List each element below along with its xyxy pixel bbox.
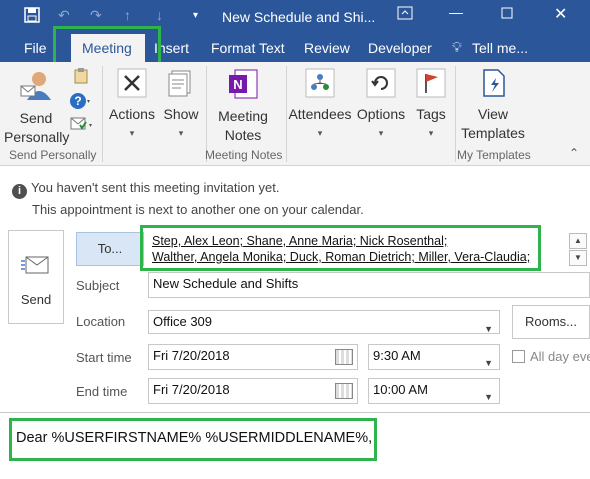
highlight-box-body — [9, 418, 377, 461]
attendees-label: Attendees — [288, 106, 352, 122]
group-label-my-templates: My Templates — [457, 148, 531, 162]
ribbon-separator — [455, 66, 456, 162]
chevron-down-icon[interactable]: ▼ — [484, 386, 493, 403]
tab-file[interactable]: File — [24, 40, 47, 56]
start-time-value: 9:30 AM — [373, 348, 421, 363]
send-personally-icon — [4, 68, 68, 107]
actions-button[interactable]: Actions ▾ — [106, 68, 158, 143]
calendar-icon[interactable] — [335, 349, 353, 365]
send-envelope-icon — [21, 253, 51, 280]
view-templates-button[interactable]: View Templates — [458, 68, 528, 143]
meeting-notes-label-1: Meeting — [218, 108, 268, 124]
view-templates-label-2: Templates — [461, 125, 525, 141]
ribbon-separator — [286, 66, 287, 162]
start-time-input[interactable]: 9:30 AM ▼ — [368, 344, 500, 370]
start-date-input[interactable]: Fri 7/20/2018 — [148, 344, 358, 370]
chevron-down-icon[interactable]: ▼ — [484, 318, 493, 333]
all-day-label: All day eve — [530, 349, 590, 364]
svg-text:?: ? — [74, 94, 81, 108]
maximize-icon[interactable] — [501, 6, 513, 22]
end-time-value: 10:00 AM — [373, 382, 428, 397]
up-arrow-icon[interactable]: ↑ — [124, 7, 131, 23]
tags-button[interactable]: Tags ▾ — [410, 68, 452, 143]
ribbon-display-options-icon[interactable] — [397, 6, 413, 23]
view-templates-label-1: View — [477, 106, 509, 122]
subject-label: Subject — [76, 278, 120, 293]
end-date-value: Fri 7/20/2018 — [153, 382, 230, 397]
attendees-button[interactable]: Attendees ▾ — [288, 68, 352, 143]
save-icon[interactable] — [24, 7, 40, 26]
meeting-notes-button[interactable]: N Meeting Notes — [210, 68, 276, 145]
chevron-down-icon: ▾ — [378, 128, 384, 138]
to-button[interactable]: To... — [76, 232, 144, 266]
collapse-ribbon-icon[interactable]: ⌃ — [569, 146, 579, 160]
mail-check-icon[interactable] — [70, 116, 94, 135]
window-title: New Schedule and Shi... — [222, 9, 376, 25]
attendees-icon — [288, 68, 352, 103]
tell-me-search[interactable]: Tell me... — [472, 40, 528, 56]
start-date-value: Fri 7/20/2018 — [153, 348, 230, 363]
templates-icon — [458, 68, 528, 103]
highlight-box-recipients — [140, 225, 541, 271]
lightbulb-icon: 💡︎ — [452, 39, 462, 55]
scroll-down-button[interactable]: ▼ — [569, 250, 587, 266]
customize-quick-access-icon[interactable]: ▾ — [193, 10, 198, 21]
location-input[interactable]: Office 309 ▼ — [148, 310, 500, 334]
send-button[interactable]: Send — [8, 230, 64, 324]
calendar-icon[interactable] — [335, 383, 353, 399]
end-date-input[interactable]: Fri 7/20/2018 — [148, 378, 358, 404]
end-time-input[interactable]: 10:00 AM ▼ — [368, 378, 500, 404]
body-divider — [0, 412, 590, 413]
options-label: Options — [356, 106, 406, 122]
help-icon[interactable]: ? — [70, 92, 92, 113]
actions-label: Actions — [109, 106, 155, 122]
group-label-send-personally: Send Personally — [9, 148, 97, 162]
down-arrow-icon[interactable]: ↓ — [156, 7, 163, 23]
info-icon: i — [12, 184, 27, 199]
chevron-down-icon[interactable]: ▼ — [484, 352, 493, 369]
flag-icon — [410, 68, 452, 103]
tab-review[interactable]: Review — [304, 40, 350, 56]
scroll-up-button[interactable]: ▲ — [569, 233, 587, 249]
tags-label: Tags — [416, 106, 446, 122]
close-icon[interactable]: ✕ — [554, 4, 567, 24]
send-personally-button[interactable]: Send Personally — [4, 68, 70, 147]
show-pages-icon — [159, 68, 203, 103]
minimize-icon[interactable]: — — [449, 4, 463, 20]
ribbon: Send Personally ? Send Personally Action… — [0, 62, 590, 166]
options-button[interactable]: Options ▾ — [354, 68, 408, 143]
delete-x-icon — [106, 68, 158, 103]
group-label-meeting-notes: Meeting Notes — [205, 148, 283, 162]
recurrence-icon — [354, 68, 408, 103]
info-line-1: i You haven't sent this meeting invitatio… — [12, 180, 279, 199]
location-value: Office 309 — [153, 314, 213, 329]
meeting-notes-label-2: Notes — [224, 127, 262, 143]
chevron-down-icon: ▾ — [178, 128, 184, 138]
clipboard-icon[interactable] — [72, 68, 90, 87]
svg-text:N: N — [233, 77, 242, 92]
send-personally-label-1: Send — [19, 110, 53, 126]
undo-icon[interactable]: ↶ — [58, 7, 70, 24]
onenote-icon: N — [210, 68, 276, 105]
ribbon-separator — [102, 66, 103, 162]
show-label: Show — [163, 106, 199, 122]
end-time-label: End time — [76, 384, 128, 399]
tab-developer[interactable]: Developer — [368, 40, 432, 56]
chevron-down-icon: ▾ — [428, 128, 434, 138]
send-label: Send — [20, 292, 52, 307]
show-button[interactable]: Show ▾ — [159, 68, 203, 143]
chevron-down-icon: ▾ — [317, 128, 323, 138]
rooms-button[interactable]: Rooms... — [512, 305, 590, 339]
chevron-down-icon: ▾ — [129, 128, 135, 138]
redo-icon[interactable]: ↷ — [90, 7, 102, 24]
tab-format-text[interactable]: Format Text — [211, 40, 285, 56]
info-not-sent-text: You haven't sent this meeting invitation… — [31, 180, 280, 195]
info-adjacent-text: This appointment is next to another one … — [32, 202, 364, 217]
all-day-checkbox[interactable] — [512, 350, 525, 363]
location-label: Location — [76, 314, 126, 329]
send-personally-label-2: Personally — [4, 129, 70, 145]
start-time-label: Start time — [76, 350, 132, 365]
subject-input[interactable]: New Schedule and Shifts — [148, 272, 590, 298]
